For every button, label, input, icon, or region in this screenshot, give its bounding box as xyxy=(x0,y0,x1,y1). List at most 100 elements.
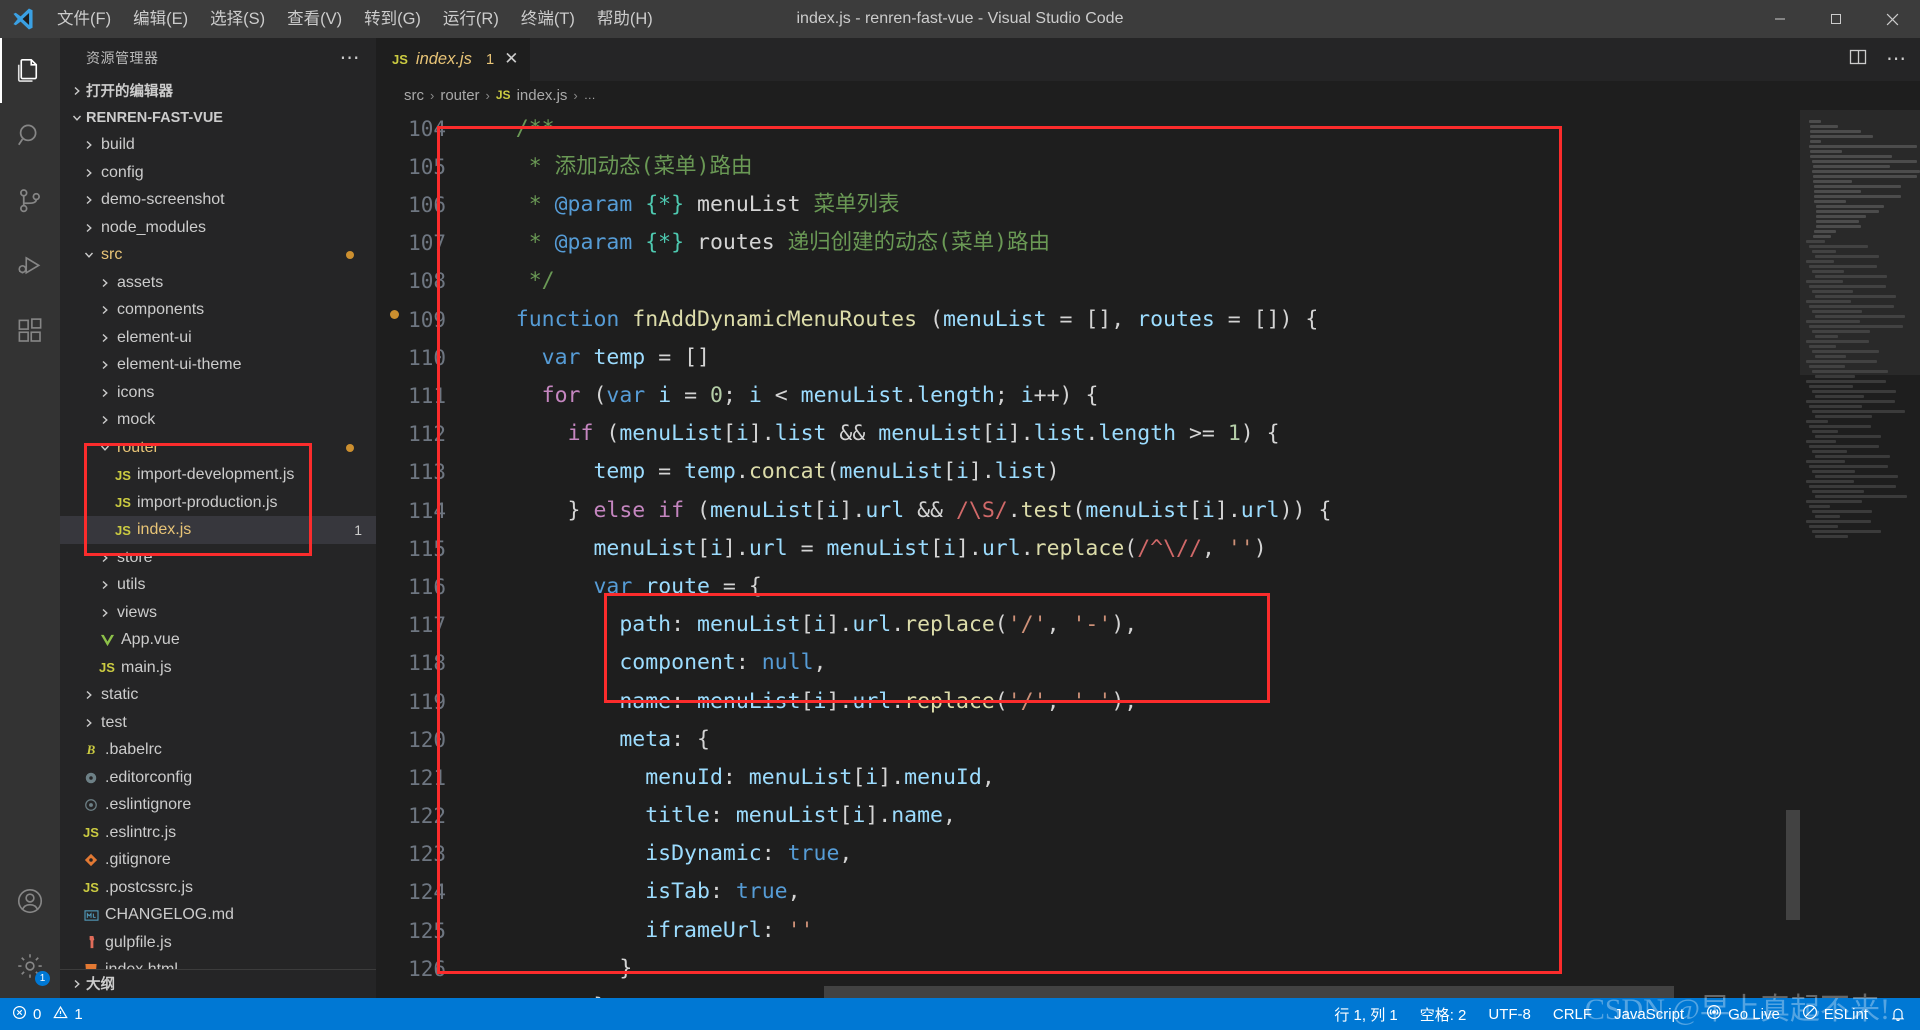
maximize-button[interactable] xyxy=(1808,0,1864,38)
editor-more-actions-icon[interactable]: ⋯ xyxy=(1886,49,1906,69)
code-line[interactable]: var temp = [] xyxy=(464,339,1800,377)
code-line[interactable]: name: menuList[i].url.replace('/', '-'), xyxy=(464,683,1800,721)
code-line[interactable]: path: menuList[i].url.replace('/', '-'), xyxy=(464,606,1800,644)
sidebar-more-actions-icon[interactable]: ⋯ xyxy=(340,48,365,68)
tree-folder-row[interactable]: node_modules xyxy=(60,214,376,242)
menu-terminal[interactable]: 终端(T) xyxy=(510,0,586,38)
problems-status[interactable]: 0 1 xyxy=(12,1005,83,1024)
outline-section[interactable]: 大纲 xyxy=(60,968,376,998)
eol-status[interactable]: CRLF xyxy=(1553,1006,1592,1023)
tree-file-row[interactable]: CHANGELOG.md xyxy=(60,901,376,929)
encoding-status[interactable]: UTF-8 xyxy=(1488,1006,1531,1023)
tree-folder-row[interactable]: build xyxy=(60,131,376,159)
code-line[interactable]: * 添加动态(菜单)路由 xyxy=(464,148,1800,186)
menu-go[interactable]: 转到(G) xyxy=(353,0,432,38)
editor-horizontal-scrollbar[interactable] xyxy=(464,986,1786,998)
tree-folder-row[interactable]: assets xyxy=(60,269,376,297)
code-line[interactable]: iframeUrl: '' xyxy=(464,912,1800,950)
explorer-icon[interactable] xyxy=(0,38,60,103)
eslint-status[interactable]: ESLint xyxy=(1802,1004,1868,1024)
code-editor[interactable]: 104 105 106 107 108 109 110 111 112 113 114 115 116 1… xyxy=(376,109,1920,998)
tree-folder-row[interactable]: test xyxy=(60,709,376,737)
tab-close-icon[interactable]: ✕ xyxy=(504,49,518,69)
code-line[interactable]: var route = { xyxy=(464,568,1800,606)
tree-file-row[interactable]: JS import-production.js xyxy=(60,489,376,517)
split-editor-icon[interactable] xyxy=(1848,47,1868,72)
tree-folder-row[interactable]: element-ui xyxy=(60,324,376,352)
code-line[interactable]: isTab: true, xyxy=(464,873,1800,911)
code-line[interactable]: component: null, xyxy=(464,644,1800,682)
code-line[interactable]: title: menuList[i].name, xyxy=(464,797,1800,835)
tree-file-row[interactable]: JS main.js xyxy=(60,654,376,682)
code-line[interactable]: for (var i = 0; i < menuList.length; i++… xyxy=(464,377,1800,415)
breadcrumb-item-more[interactable]: … xyxy=(584,88,596,102)
code-line[interactable]: if (menuList[i].list && menuList[i].list… xyxy=(464,415,1800,453)
go-live-status[interactable]: Go Live xyxy=(1706,1004,1780,1024)
language-mode-status[interactable]: JavaScript xyxy=(1614,1006,1684,1023)
code-line[interactable]: function fnAddDynamicMenuRoutes (menuLis… xyxy=(464,301,1800,339)
menu-view[interactable]: 查看(V) xyxy=(276,0,353,38)
tree-folder-row[interactable]: mock xyxy=(60,406,376,434)
code-line[interactable]: menuList[i].url = menuList[i].url.replac… xyxy=(464,530,1800,568)
code-line[interactable]: } else if (menuList[i].url && /\S/.test(… xyxy=(464,492,1800,530)
breadcrumb-item-index-js[interactable]: index.js xyxy=(517,87,568,104)
tree-folder-row[interactable]: config xyxy=(60,159,376,187)
notifications-bell-icon[interactable] xyxy=(1890,1006,1906,1022)
tab-index-js[interactable]: JS index.js 1 ✕ xyxy=(376,38,532,81)
tree-folder-row[interactable]: utils xyxy=(60,571,376,599)
breadcrumb-item-router[interactable]: router xyxy=(440,87,479,104)
menu-help[interactable]: 帮助(H) xyxy=(586,0,664,38)
code-line[interactable]: menuId: menuList[i].menuId, xyxy=(464,759,1800,797)
tree-file-row[interactable]: JS .postcssrc.js xyxy=(60,874,376,902)
accounts-icon[interactable] xyxy=(0,868,60,933)
file-tree[interactable]: build config demo-screenshot node_modules sr… xyxy=(60,131,376,969)
project-root-section[interactable]: RENREN-FAST-VUE xyxy=(60,104,376,132)
tree-file-row[interactable]: .gitignore xyxy=(60,846,376,874)
open-editors-section[interactable]: 打开的编辑器 xyxy=(60,77,376,104)
code-line[interactable]: temp = temp.concat(menuList[i].list) xyxy=(464,453,1800,491)
minimize-button[interactable] xyxy=(1752,0,1808,38)
close-button[interactable] xyxy=(1864,0,1920,38)
search-icon[interactable] xyxy=(0,103,60,168)
tree-folder-row[interactable]: src xyxy=(60,241,376,269)
tree-folder-row[interactable]: demo-screenshot xyxy=(60,186,376,214)
indentation-status[interactable]: 空格: 2 xyxy=(1420,1004,1467,1025)
cursor-position-status[interactable]: 行 1, 列 1 xyxy=(1334,1004,1397,1025)
tree-folder-row[interactable]: router xyxy=(60,434,376,462)
tree-folder-row[interactable]: components xyxy=(60,296,376,324)
menu-edit[interactable]: 编辑(E) xyxy=(122,0,199,38)
tree-file-row[interactable]: .editorconfig xyxy=(60,764,376,792)
breadcrumb-item-src[interactable]: src xyxy=(404,87,424,104)
tree-file-row[interactable]: gulpfile.js xyxy=(60,929,376,957)
editor-vertical-scrollbar[interactable] xyxy=(1786,110,1800,998)
tree-folder-row[interactable]: store xyxy=(60,544,376,572)
tree-folder-row[interactable]: icons xyxy=(60,379,376,407)
code-line[interactable]: */ xyxy=(464,262,1800,300)
tree-file-row[interactable]: .eslintignore xyxy=(60,791,376,819)
tree-folder-row[interactable]: element-ui-theme xyxy=(60,351,376,379)
code-line[interactable]: * @param {*} menuList 菜单列表 xyxy=(464,186,1800,224)
code-content[interactable]: /** * 添加动态(菜单)路由 * @param {*} menuList 菜… xyxy=(464,110,1800,998)
settings-gear-icon[interactable]: 1 xyxy=(0,933,60,998)
menu-selection[interactable]: 选择(S) xyxy=(199,0,276,38)
tree-folder-row[interactable]: views xyxy=(60,599,376,627)
code-line[interactable]: * @param {*} routes 递归创建的动态(菜单)路由 xyxy=(464,224,1800,262)
tree-folder-row[interactable]: static xyxy=(60,681,376,709)
run-and-debug-icon[interactable] xyxy=(0,233,60,298)
tree-file-row[interactable]: B .babelrc xyxy=(60,736,376,764)
source-control-icon[interactable] xyxy=(0,168,60,233)
code-line[interactable]: } xyxy=(464,950,1800,988)
code-line[interactable]: isDynamic: true, xyxy=(464,835,1800,873)
tree-file-row[interactable]: App.vue xyxy=(60,626,376,654)
menu-run[interactable]: 运行(R) xyxy=(432,0,510,38)
code-line[interactable]: meta: { xyxy=(464,721,1800,759)
code-line[interactable]: /** xyxy=(464,110,1800,148)
tree-file-row[interactable]: JS index.js 1 xyxy=(60,516,376,544)
tree-item-label: import-development.js xyxy=(137,466,295,484)
tree-file-row[interactable]: JS import-development.js xyxy=(60,461,376,489)
tree-file-row[interactable]: index.html xyxy=(60,956,376,969)
menu-file[interactable]: 文件(F) xyxy=(46,0,122,38)
editor-minimap[interactable] xyxy=(1800,109,1920,998)
tree-file-row[interactable]: JS .eslintrc.js xyxy=(60,819,376,847)
extensions-icon[interactable] xyxy=(0,298,60,363)
